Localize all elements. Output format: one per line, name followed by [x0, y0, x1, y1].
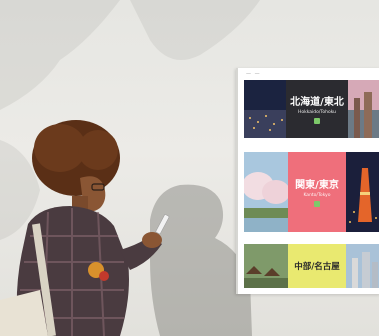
mascot-icon	[314, 117, 320, 124]
region-card-hokkaido: 北海道/東北 Hokkaido/Tohoku	[244, 80, 379, 138]
poster-header-text: — —	[246, 71, 261, 77]
region-label-kanto: 関東/東京 Kanto/Tokyo	[288, 152, 346, 232]
person	[0, 120, 170, 336]
region-name-en: Hokkaido/Tohoku	[297, 109, 337, 115]
region-card-kanto: 関東/東京 Kanto/Tokyo	[244, 152, 379, 232]
poster-header: — —	[238, 68, 379, 78]
region-name-jp: 関東/東京	[295, 179, 339, 191]
region-name-jp: 中部/名古屋	[294, 262, 340, 273]
region-label-chubu: 中部/名古屋	[288, 244, 346, 288]
photo-scene: — — 北海道/東北 Hokkaido/Tohoku 関東/東京 Kanto/T…	[0, 0, 379, 336]
region-name-en: Kanto/Tokyo	[303, 192, 331, 198]
mascot-icon	[314, 200, 320, 207]
region-name-jp: 北海道/東北	[290, 96, 344, 108]
travel-poster: — — 北海道/東北 Hokkaido/Tohoku 関東/東京 Kanto/T…	[236, 68, 379, 294]
region-card-chubu: 中部/名古屋	[244, 244, 379, 288]
region-label-hokkaido: 北海道/東北 Hokkaido/Tohoku	[286, 80, 348, 138]
